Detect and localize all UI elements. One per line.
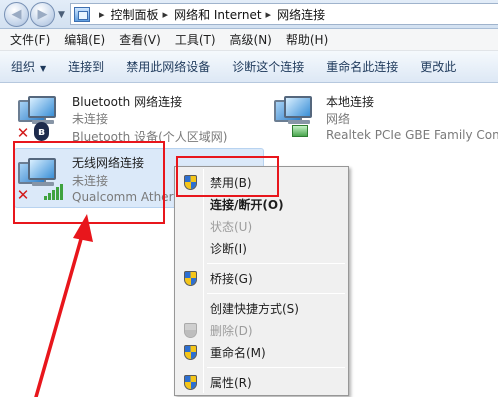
breadcrumb-control-panel[interactable]: 控制面板 [111,6,159,23]
connection-bluetooth[interactable]: ✕ ʙ Bluetooth 网络连接 未连接 Bluetooth 设备(个人区域… [0,84,260,144]
back-arrow-icon: ◀ [11,7,22,22]
breadcrumb-network-internet[interactable]: 网络和 Internet [174,6,261,23]
breadcrumb-separator-icon[interactable]: ▸ [163,8,169,21]
menu-item-bridge[interactable]: 桥接(G) [177,267,347,289]
change-settings-button[interactable]: 更改此 [420,58,456,75]
connect-to-button[interactable]: 连接到 [68,58,104,75]
menu-edit[interactable]: 编辑(E) [58,31,113,48]
menu-view[interactable]: 查看(V) [113,31,169,48]
chevron-down-icon: ▼ [40,64,47,73]
organize-button[interactable]: 组织 ▼ [11,58,46,75]
menu-separator [207,293,345,294]
menu-help[interactable]: 帮助(H) [280,31,336,48]
menu-separator [207,367,345,368]
menu-item-status: 状态(U) [177,215,347,237]
uac-shield-icon [184,375,197,390]
menu-item-label: 连接/断开(O) [210,197,284,212]
menu-item-label: 删除(D) [210,323,253,338]
context-menu: 禁用(B) 连接/断开(O) 状态(U) 诊断(I) 桥接(G) 创建快捷方式(… [174,166,349,396]
connection-status: 未连接 [72,112,109,126]
menu-item-label: 状态(U) [210,219,253,234]
menu-bar: 文件(F) 编辑(E) 查看(V) 工具(T) 高级(N) 帮助(H) [0,29,498,51]
connection-status: 网络 [326,112,351,126]
menu-tools[interactable]: 工具(T) [169,31,224,48]
uac-shield-icon [184,271,197,286]
address-bar: ◀ ▶ ▼ ▸ 控制面板 ▸ 网络和 Internet ▸ 网络连接 [0,0,498,29]
organize-label: 组织 [11,60,36,74]
connection-local[interactable]: 本地连接 网络 Realtek PCIe GBE Family Contr [268,84,498,144]
control-panel-icon [74,6,90,22]
forward-button[interactable]: ▶ [30,2,55,27]
menu-advanced[interactable]: 高级(N) [224,31,280,48]
uac-shield-icon [184,323,197,338]
forward-arrow-icon: ▶ [37,7,48,22]
breadcrumb-network-connections[interactable]: 网络连接 [277,6,325,23]
connection-device: Realtek PCIe GBE Family Contr [326,128,498,142]
disable-device-button[interactable]: 禁用此网络设备 [126,58,210,75]
diagnose-connection-button[interactable]: 诊断这个连接 [232,58,304,75]
menu-item-delete: 删除(D) [177,319,347,341]
ethernet-plug-icon [292,125,308,137]
address-field[interactable]: ▸ 控制面板 ▸ 网络和 Internet ▸ 网络连接 [70,3,498,25]
connections-list: ✕ ʙ Bluetooth 网络连接 未连接 Bluetooth 设备(个人区域… [0,84,498,397]
history-dropdown-icon[interactable]: ▼ [58,10,65,20]
breadcrumb-separator-icon[interactable]: ▸ [266,8,272,21]
menu-item-label: 诊断(I) [210,241,247,256]
menu-item-label: 重命名(M) [210,345,266,360]
menu-file[interactable]: 文件(F) [4,31,58,48]
menu-item-diagnose[interactable]: 诊断(I) [177,237,347,259]
uac-shield-icon [184,345,197,360]
connection-name: 本地连接 [326,95,375,109]
red-x-disconnected-icon: ✕ [16,124,30,142]
menu-item-create-shortcut[interactable]: 创建快捷方式(S) [177,297,347,319]
connection-name: Bluetooth 网络连接 [72,95,183,109]
rename-connection-button[interactable]: 重命名此连接 [326,58,398,75]
annotation-box-disable [176,156,279,197]
annotation-box-wireless [13,141,165,224]
menu-item-label: 属性(R) [210,375,252,390]
menu-item-properties[interactable]: 属性(R) [177,371,347,393]
breadcrumb-separator-icon[interactable]: ▸ [99,8,105,21]
menu-item-label: 桥接(G) [210,271,253,286]
back-button[interactable]: ◀ [4,2,29,27]
menu-separator [207,263,345,264]
menu-item-rename[interactable]: 重命名(M) [177,341,347,363]
command-bar: 组织 ▼ 连接到 禁用此网络设备 诊断这个连接 重命名此连接 更改此 [0,51,498,83]
menu-item-label: 创建快捷方式(S) [210,301,299,316]
bluetooth-icon: ʙ [34,122,49,141]
